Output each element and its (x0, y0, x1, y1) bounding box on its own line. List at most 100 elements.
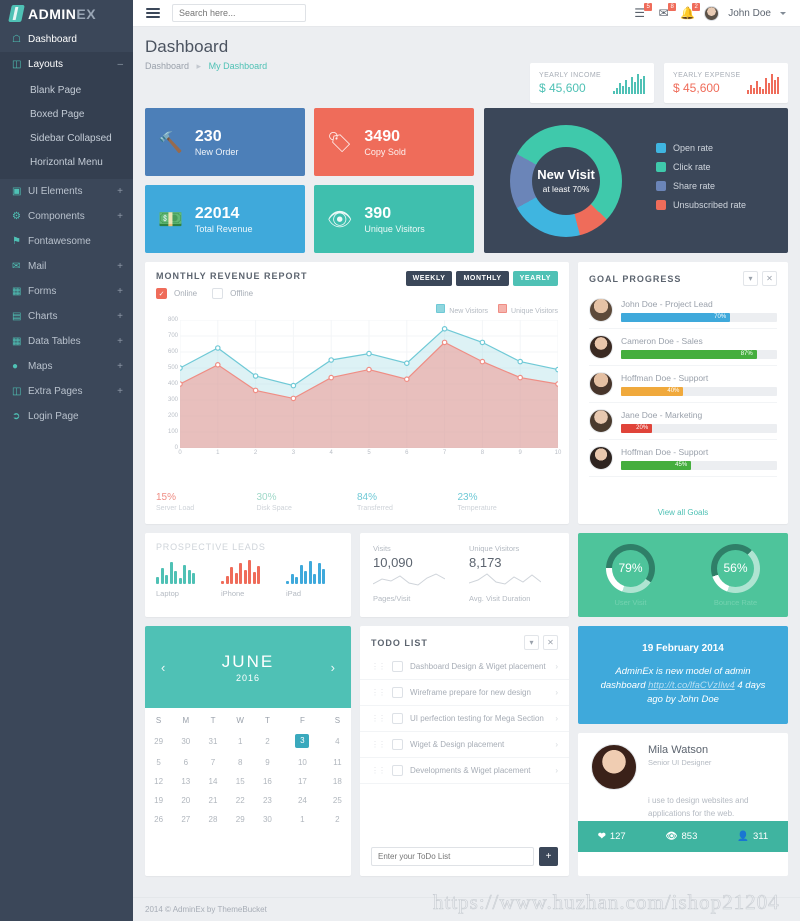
sidebar-subitem-sidebar-collapsed[interactable]: Sidebar Collapsed (0, 127, 133, 151)
calendar-day[interactable]: 17 (281, 772, 324, 791)
calendar-day[interactable]: 23 (254, 791, 281, 810)
drag-handle-icon[interactable]: ⋮⋮ (371, 766, 386, 774)
todo-item[interactable]: ⋮⋮ UI perfection testing for Mega Section… (360, 706, 569, 732)
expand-icon[interactable]: + (117, 286, 123, 297)
profile-followers[interactable]: 👤 311 (737, 831, 768, 842)
expand-icon[interactable]: + (117, 186, 123, 197)
range-yearly-button[interactable]: YEARLY (512, 271, 558, 286)
todo-checkbox[interactable] (392, 713, 403, 724)
offline-checkbox[interactable] (212, 288, 224, 299)
calendar-day[interactable]: 13 (172, 772, 199, 791)
calendar-day[interactable]: 26 (145, 810, 172, 829)
drag-handle-icon[interactable]: ⋮⋮ (371, 740, 386, 748)
todo-item[interactable]: ⋮⋮ Developments & Wiget placement › (360, 758, 569, 784)
chevron-right-icon[interactable]: › (555, 688, 558, 697)
brand-logo[interactable]: ADMINEX (0, 0, 133, 27)
calendar-day[interactable]: 2 (324, 810, 351, 829)
expand-icon[interactable]: + (117, 361, 123, 372)
expand-icon[interactable]: + (117, 261, 123, 272)
expand-icon[interactable]: + (117, 336, 123, 347)
calendar-day[interactable]: 25 (324, 791, 351, 810)
calendar-day[interactable]: 1 (227, 729, 254, 753)
calendar-grid[interactable]: S M T W T F S 29 30 31 1 2 3 4 5 6 7 8 9 10 11 12 13 14 15 16 17 18… (145, 708, 351, 829)
calendar-day[interactable]: 18 (324, 772, 351, 791)
range-weekly-button[interactable]: WEEKLY (405, 271, 453, 286)
calendar-day[interactable]: 5 (145, 753, 172, 772)
profile-views[interactable]: 👁 853 (665, 831, 697, 842)
todo-add-button[interactable]: + (539, 847, 558, 866)
expand-icon[interactable]: + (117, 386, 123, 397)
calendar-day[interactable]: 16 (254, 772, 281, 791)
calendar-next-button[interactable]: › (331, 660, 335, 675)
chevron-down-icon[interactable]: ▾ (743, 271, 758, 286)
calendar-day[interactable]: 12 (145, 772, 172, 791)
calendar-day[interactable]: 6 (172, 753, 199, 772)
search-input[interactable] (172, 4, 306, 22)
todo-checkbox[interactable] (392, 739, 403, 750)
goal-item[interactable]: John Doe - Project Lead 70% (589, 292, 777, 329)
calendar-day[interactable]: 7 (199, 753, 226, 772)
todo-checkbox[interactable] (392, 687, 403, 698)
sidebar-item-fontawesome[interactable]: ⚑ Fontawesome (0, 229, 133, 254)
calendar-prev-button[interactable]: ‹ (161, 660, 165, 675)
calendar-day[interactable]: 24 (281, 791, 324, 810)
close-icon[interactable]: ✕ (543, 635, 558, 650)
calendar-day[interactable]: 4 (324, 729, 351, 753)
calendar-day[interactable]: 8 (227, 753, 254, 772)
todo-item[interactable]: ⋮⋮ Wiget & Design placement › (360, 732, 569, 758)
yearly-income-card[interactable]: YEARLY INCOME $ 45,600 (530, 63, 654, 103)
tile-unique-visitors[interactable]: 👁 390 Unique Visitors (314, 185, 474, 253)
tile-copy-sold[interactable]: 🏷 3490 Copy Sold (314, 108, 474, 176)
menu-toggle-icon[interactable] (146, 6, 160, 20)
sidebar-item-layouts[interactable]: ◫ Layouts – (0, 52, 133, 77)
calendar-day[interactable]: 2 (254, 729, 281, 753)
calendar-day[interactable]: 10 (281, 753, 324, 772)
calendar-day[interactable]: 29 (145, 729, 172, 753)
chevron-right-icon[interactable]: › (555, 662, 558, 671)
sidebar-subitem-blank-page[interactable]: Blank Page (0, 79, 133, 103)
calendar-day[interactable]: 22 (227, 791, 254, 810)
calendar-day[interactable]: 21 (199, 791, 226, 810)
todo-item[interactable]: ⋮⋮ Wireframe prepare for new design › (360, 680, 569, 706)
goal-item[interactable]: Jane Doe - Marketing 20% (589, 403, 777, 440)
online-checkbox[interactable]: ✓ (156, 288, 167, 299)
drag-handle-icon[interactable]: ⋮⋮ (371, 688, 386, 696)
chevron-down-icon[interactable]: ▾ (524, 635, 539, 650)
sidebar-item-extra-pages[interactable]: ◫ Extra Pages + (0, 379, 133, 404)
sidebar-item-components[interactable]: ⚙ Components + (0, 204, 133, 229)
goal-item[interactable]: Hoffman Doe - Support 40% (589, 366, 777, 403)
sidebar-item-maps[interactable]: ● Maps + (0, 354, 133, 379)
calendar-day[interactable]: 30 (172, 729, 199, 753)
calendar-day[interactable]: 1 (281, 810, 324, 829)
todo-input[interactable] (371, 847, 534, 866)
sidebar-item-login-page[interactable]: ➲ Login Page (0, 404, 133, 429)
drag-handle-icon[interactable]: ⋮⋮ (371, 714, 386, 722)
todo-checkbox[interactable] (392, 661, 403, 672)
announcement-link[interactable]: http://t.co/lfaCVzIlw4 (648, 680, 735, 691)
calendar-day[interactable]: 31 (199, 729, 226, 753)
todo-checkbox[interactable] (392, 765, 403, 776)
sidebar-item-ui-elements[interactable]: ▣ UI Elements + (0, 179, 133, 204)
chevron-down-icon[interactable] (780, 11, 786, 15)
sidebar-item-forms[interactable]: ▦ Forms + (0, 279, 133, 304)
close-icon[interactable]: ✕ (762, 271, 777, 286)
chevron-right-icon[interactable]: › (555, 766, 558, 775)
yearly-expense-card[interactable]: YEARLY EXPENSE $ 45,600 (664, 63, 788, 103)
tasks-icon[interactable]: ☰ 5 (632, 2, 653, 21)
avatar[interactable] (704, 5, 720, 21)
sidebar-item-mail[interactable]: ✉ Mail + (0, 254, 133, 279)
drag-handle-icon[interactable]: ⋮⋮ (371, 662, 386, 670)
chevron-right-icon[interactable]: › (555, 714, 558, 723)
goal-item[interactable]: Cameron Doe - Sales 87% (589, 329, 777, 366)
calendar-day[interactable]: 11 (324, 753, 351, 772)
calendar-day[interactable]: 19 (145, 791, 172, 810)
envelope-icon[interactable]: ✉ 8 (656, 2, 677, 21)
profile-likes[interactable]: ❤ 127 (598, 831, 626, 842)
sidebar-subitem-boxed-page[interactable]: Boxed Page (0, 103, 133, 127)
todo-item[interactable]: ⋮⋮ Dashboard Design & Wiget placement › (360, 654, 569, 680)
expand-icon[interactable]: + (117, 311, 123, 322)
user-name[interactable]: John Doe (728, 8, 771, 19)
tile-total-revenue[interactable]: 💵 22014 Total Revenue (145, 185, 305, 253)
sidebar-subitem-horizontal-menu[interactable]: Horizontal Menu (0, 151, 133, 175)
range-monthly-button[interactable]: MONTHLY (456, 271, 509, 286)
